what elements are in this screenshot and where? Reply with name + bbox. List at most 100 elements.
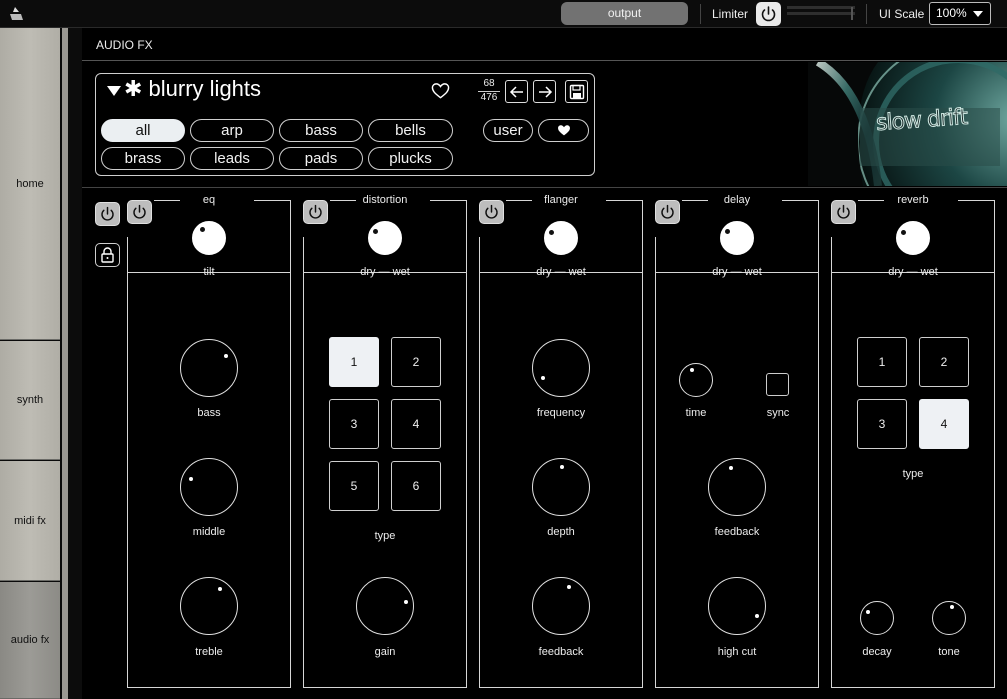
eq-middle-knob[interactable]	[180, 458, 238, 516]
reverb-decay-knob[interactable]	[860, 601, 894, 635]
page-title: AUDIO FX	[96, 38, 153, 52]
reverb-type-1-button[interactable]: 1	[857, 337, 907, 387]
sidebar-item-midi-fx[interactable]: midi fx	[0, 461, 60, 581]
preset-artwork: slow drift	[808, 62, 1007, 186]
delay-feedback-knob[interactable]	[708, 458, 766, 516]
delay-time-knob[interactable]	[679, 363, 713, 397]
reverb-power-button[interactable]	[831, 200, 856, 224]
reverb-type-3-button[interactable]: 3	[857, 399, 907, 449]
module-border	[154, 200, 180, 201]
eq-treble-knob[interactable]	[180, 577, 238, 635]
sidebar-item-synth[interactable]: synth	[0, 341, 60, 460]
module-border	[479, 237, 480, 273]
module-border	[818, 200, 819, 273]
knob-indicator	[548, 230, 554, 236]
module-border	[466, 200, 467, 273]
sidebar: home synth midi fx audio fx	[0, 28, 62, 699]
reverb-type-label: type	[902, 468, 924, 480]
limiter-power-button[interactable]	[756, 2, 781, 26]
flanger-mix-knob[interactable]	[544, 221, 578, 255]
distortion-type-6-button[interactable]: 6	[391, 461, 441, 511]
limiter-label: Limiter	[712, 7, 749, 21]
output-button[interactable]: output	[561, 2, 688, 25]
category-leads[interactable]: leads	[190, 147, 274, 170]
sidebar-item-audio-fx[interactable]: audio fx	[0, 582, 60, 699]
category-user[interactable]: user	[483, 119, 533, 142]
eq-mix-knob[interactable]	[192, 221, 226, 255]
module-border	[290, 272, 291, 688]
distortion-type-1-button[interactable]: 1	[329, 337, 379, 387]
category-all[interactable]: all	[101, 119, 185, 142]
delay-sync-toggle[interactable]	[766, 373, 789, 396]
sidebar-item-label: synth	[16, 394, 44, 406]
heart-filled-icon	[557, 125, 570, 136]
top-bar	[0, 0, 1007, 28]
category-brass[interactable]: brass	[101, 147, 185, 170]
next-preset-button[interactable]	[533, 80, 556, 103]
reverb-mix-knob[interactable]	[896, 221, 930, 255]
limiter-meter	[787, 6, 855, 21]
module-border	[642, 272, 643, 688]
eq-power-button[interactable]	[127, 200, 152, 224]
eq-mix-label: tilt	[203, 266, 215, 278]
eq-bass-label: bass	[197, 407, 221, 419]
module-border	[655, 237, 656, 273]
delay-mix-knob[interactable]	[720, 221, 754, 255]
category-pads[interactable]: pads	[279, 147, 363, 170]
knob-indicator	[560, 465, 564, 470]
category-favorites[interactable]	[538, 119, 589, 142]
previous-preset-button[interactable]	[505, 80, 528, 103]
distortion-type-4-button[interactable]: 4	[391, 399, 441, 449]
distortion-mix-knob[interactable]	[368, 221, 402, 255]
reverb-title: reverb	[897, 194, 929, 206]
reverb-type-4-button[interactable]: 4	[919, 399, 969, 449]
global-power-button[interactable]	[95, 202, 120, 226]
category-bells[interactable]: bells	[368, 119, 453, 142]
module-border	[858, 200, 884, 201]
distortion-type-3-button[interactable]: 3	[329, 399, 379, 449]
distortion-type-5-button[interactable]: 5	[329, 461, 379, 511]
delay-title: delay	[723, 194, 751, 206]
eq-bass-knob[interactable]	[180, 339, 238, 397]
category-plucks[interactable]: plucks	[368, 147, 453, 170]
sidebar-item-label: midi fx	[14, 515, 46, 527]
flanger-power-button[interactable]	[479, 200, 504, 224]
save-preset-button[interactable]	[565, 80, 588, 103]
delay-power-button[interactable]	[655, 200, 680, 224]
ui-scale-label: UI Scale	[879, 7, 925, 21]
sidebar-item-home[interactable]: home	[0, 28, 60, 340]
app-logo-icon	[10, 7, 23, 20]
module-border	[479, 687, 643, 688]
knob-indicator	[541, 375, 546, 380]
reverb-type-2-button[interactable]: 2	[919, 337, 969, 387]
lock-button[interactable]	[95, 243, 120, 267]
category-arp[interactable]: arp	[190, 119, 274, 142]
favorite-heart-icon[interactable]	[431, 82, 450, 100]
flanger-frequency-knob[interactable]	[532, 339, 590, 397]
sidebar-item-label: home	[16, 178, 44, 190]
preset-menu-caret-icon[interactable]	[107, 86, 121, 96]
knob-indicator	[900, 230, 906, 236]
distortion-type-2-button[interactable]: 2	[391, 337, 441, 387]
preset-name[interactable]: ✱ blurry lights	[124, 76, 261, 102]
reverb-decay-label: decay	[862, 646, 892, 658]
delay-highcut-knob[interactable]	[708, 577, 766, 635]
ui-scale-select[interactable]: 100%	[929, 2, 991, 25]
distortion-gain-knob[interactable]	[356, 577, 414, 635]
delay-time-label: time	[685, 407, 707, 419]
distortion-power-button[interactable]	[303, 200, 328, 224]
reverb-tone-knob[interactable]	[932, 601, 966, 635]
module-border	[506, 200, 532, 201]
flanger-feedback-knob[interactable]	[532, 577, 590, 635]
eq-treble-label: treble	[195, 646, 223, 658]
category-bass[interactable]: bass	[279, 119, 363, 142]
knob-indicator	[950, 604, 955, 609]
flanger-mix-label: dry — wet	[536, 266, 586, 278]
module-border	[994, 200, 995, 273]
preset-total: 476	[480, 92, 498, 103]
flanger-depth-knob[interactable]	[532, 458, 590, 516]
divider	[82, 60, 1007, 61]
module-border	[466, 272, 467, 688]
knob-indicator	[373, 229, 379, 235]
eq-title: eq	[202, 194, 216, 206]
